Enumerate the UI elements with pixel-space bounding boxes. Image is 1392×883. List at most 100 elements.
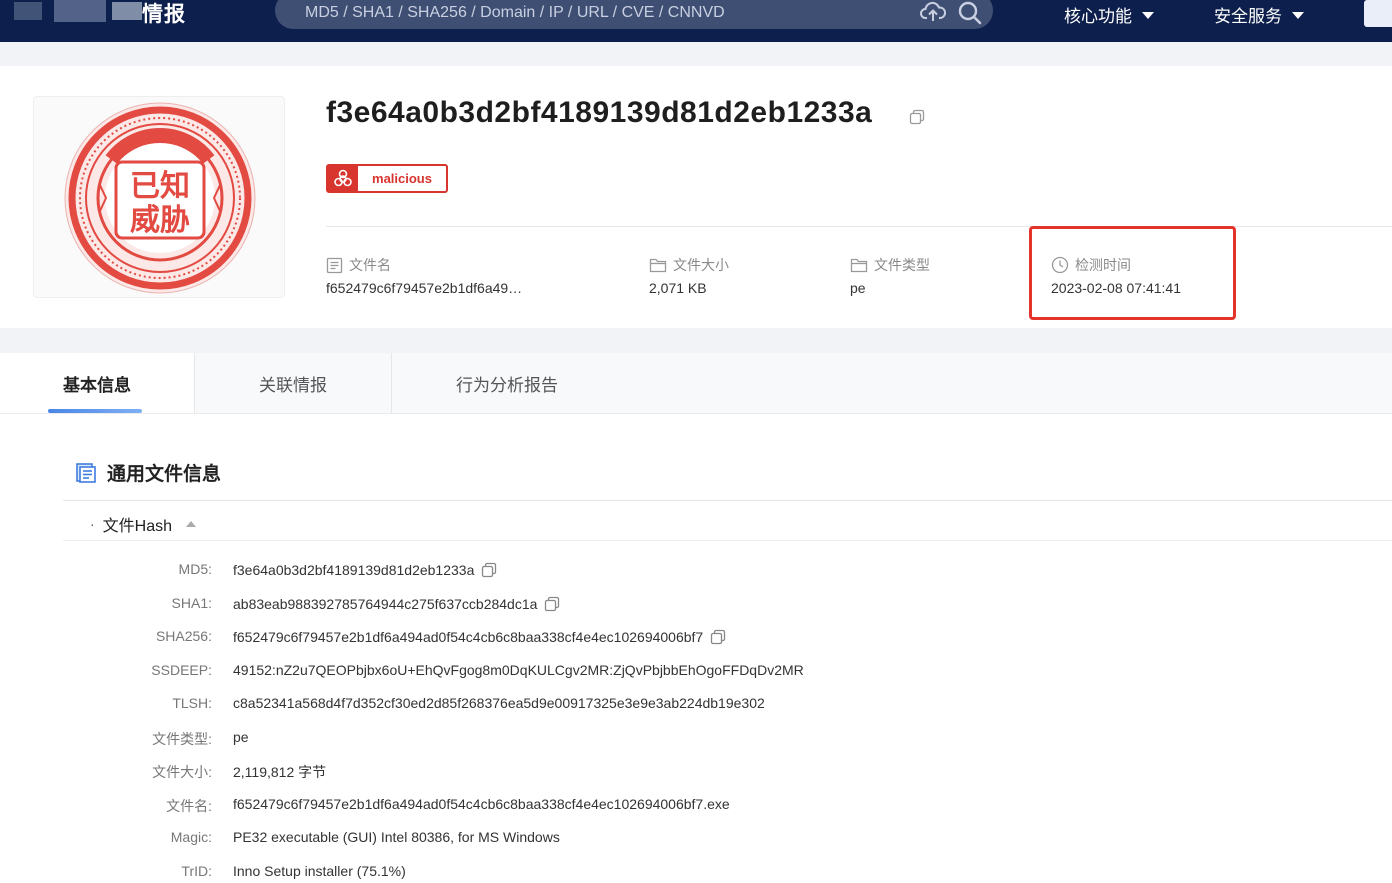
info-row-value-text: c8a52341a568d4f7d352cf30ed2d85f268376ea5… — [233, 695, 765, 711]
search-icon[interactable] — [957, 0, 983, 26]
logo-blurred-part — [112, 2, 142, 20]
info-row-value: 2,119,812 字节 — [233, 762, 326, 782]
info-row: TLSH: c8a52341a568d4f7d352cf30ed2d85f2683… — [0, 693, 1392, 715]
info-row-value-text: f3e64a0b3d2bf4189139d81d2eb1233a — [233, 562, 475, 578]
malicious-verdict-tag: malicious — [326, 164, 448, 193]
tab-basic-info[interactable]: 基本信息 — [0, 353, 194, 413]
info-row-value-text: 2,119,812 字节 — [233, 764, 327, 780]
filetype-value: pe — [850, 280, 866, 296]
info-row-key: SSDEEP: — [151, 662, 212, 678]
header-spacer — [0, 42, 1392, 66]
info-row-value: f3e64a0b3d2bf4189139d81d2eb1233a — [233, 561, 498, 579]
info-row: 文件类型: pe — [0, 727, 1392, 749]
nav-right-button[interactable] — [1364, 0, 1392, 27]
top-navbar: 情报 核心功能 安全服务 — [0, 0, 1392, 42]
subsection-divider — [63, 540, 1392, 541]
info-row-key: TLSH: — [172, 695, 212, 711]
document-icon — [326, 257, 343, 273]
biohazard-icon — [328, 166, 358, 191]
copy-icon[interactable] — [480, 561, 498, 579]
badge-text-bottom: 威胁 — [130, 203, 190, 238]
list-document-icon — [76, 462, 96, 483]
info-row-key: Magic: — [170, 829, 212, 845]
info-row-value: pe — [233, 729, 249, 745]
nav-core-features-label: 核心功能 — [1064, 7, 1132, 26]
info-row-value-text: pe — [233, 729, 249, 745]
caret-up-icon — [186, 521, 197, 527]
info-row: SHA1: ab83eab988392785764944c275f637ccb28… — [0, 593, 1392, 615]
logo-blurred-part — [54, 0, 106, 22]
info-row-value-text: 49152:nZ2u7QEOPbjbx6oU+EhQvFgog8m0DqKULC… — [233, 662, 804, 678]
file-hash-collapse-toggle[interactable]: · 文件Hash — [90, 512, 197, 536]
info-row-key: MD5: — [178, 561, 212, 577]
bullet-dot: · — [90, 516, 95, 532]
filesize-label: 文件大小 — [673, 257, 729, 273]
tab-basic-info-label: 基本信息 — [63, 375, 131, 395]
info-row-value: f652479c6f79457e2b1df6a494ad0f54c4cb6c8b… — [233, 796, 730, 812]
nav-security-services-label: 安全服务 — [1214, 7, 1282, 26]
info-row: Magic: PE32 executable (GUI) Intel 80386,… — [0, 827, 1392, 849]
folder-icon — [649, 258, 667, 273]
badge-text-top: 已知 — [130, 169, 190, 204]
folder-icon — [850, 258, 868, 273]
info-row-value-text: PE32 executable (GUI) Intel 80386, for M… — [233, 829, 560, 845]
info-row-key: 文件名: — [166, 798, 212, 814]
site-logo[interactable]: 情报 — [14, 0, 204, 26]
meta-filesize: 文件大小 2,071 KB — [649, 255, 729, 296]
info-row: TrID: Inno Setup installer (75.1%) — [0, 861, 1392, 883]
info-row-value-text: ab83eab988392785764944c275f637ccb284dc1a — [233, 596, 538, 612]
info-row: SSDEEP: 49152:nZ2u7QEOPbjbx6oU+EhQvFgog8m… — [0, 660, 1392, 682]
tab-behavior-report[interactable]: 行为分析报告 — [392, 353, 622, 413]
info-row: 文件大小: 2,119,812 字节 — [0, 760, 1392, 782]
tab-related-intel[interactable]: 关联情报 — [195, 353, 391, 413]
meta-filename: 文件名 f652479c6f79457e2b1df6a49… — [326, 255, 522, 296]
info-row-key: SHA1: — [171, 595, 212, 611]
caret-down-icon — [1292, 12, 1304, 19]
info-row-key: 文件大小: — [152, 764, 212, 780]
info-row-value: f652479c6f79457e2b1df6a494ad0f54c4cb6c8b… — [233, 628, 727, 646]
copy-icon[interactable] — [709, 628, 727, 646]
filename-value: f652479c6f79457e2b1df6a49… — [326, 280, 523, 296]
tab-behavior-report-label: 行为分析报告 — [456, 375, 558, 395]
known-threat-stamp-icon: 已知 威胁 — [64, 102, 256, 294]
file-hash-title: f3e64a0b3d2bf4189139d81d2eb1233a — [326, 96, 873, 129]
info-row-value: ab83eab988392785764944c275f637ccb284dc1a — [233, 595, 561, 613]
active-tab-indicator — [48, 409, 142, 413]
info-row-value: 49152:nZ2u7QEOPbjbx6oU+EhQvFgog8m0DqKULC… — [233, 662, 804, 678]
meta-filetype: 文件类型 pe — [850, 255, 930, 296]
upload-cloud-icon[interactable] — [920, 0, 946, 24]
search-input[interactable] — [305, 2, 905, 24]
nav-security-services[interactable]: 安全服务 — [1214, 2, 1304, 27]
filename-label: 文件名 — [349, 257, 391, 273]
caret-down-icon — [1142, 12, 1154, 19]
info-row-value-text: Inno Setup installer (75.1%) — [233, 863, 406, 879]
copy-icon[interactable] — [908, 108, 926, 126]
info-row-value: c8a52341a568d4f7d352cf30ed2d85f268376ea5… — [233, 695, 765, 711]
info-row-value: Inno Setup installer (75.1%) — [233, 863, 406, 879]
info-row: 文件名: f652479c6f79457e2b1df6a494ad0f54c4cb… — [0, 794, 1392, 816]
info-row-value-text: f652479c6f79457e2b1df6a494ad0f54c4cb6c8b… — [233, 796, 730, 812]
subsection-title: 文件Hash — [102, 518, 173, 535]
copy-icon[interactable] — [543, 595, 561, 613]
verdict-label: malicious — [372, 171, 432, 186]
info-row-key: SHA256: — [155, 628, 212, 644]
tab-related-intel-label: 关联情报 — [259, 375, 327, 395]
nav-core-features[interactable]: 核心功能 — [1064, 2, 1154, 27]
filetype-label: 文件类型 — [874, 257, 930, 273]
threat-badge-card: 已知 威胁 — [33, 96, 285, 298]
filesize-value: 2,071 KB — [649, 280, 707, 296]
info-row: MD5: f3e64a0b3d2bf4189139d81d2eb1233a — [0, 559, 1392, 581]
info-row-value: PE32 executable (GUI) Intel 80386, for M… — [233, 829, 560, 845]
info-row-value-text: f652479c6f79457e2b1df6a494ad0f54c4cb6c8b… — [233, 629, 704, 645]
search-bar — [275, 0, 993, 29]
section-title-text: 通用文件信息 — [107, 464, 222, 485]
info-row: SHA256: f652479c6f79457e2b1df6a494ad0f54c… — [0, 626, 1392, 648]
detect-time-highlight — [1029, 226, 1236, 320]
section-divider — [63, 500, 1392, 501]
info-row-key: TrID: — [181, 863, 212, 879]
section-spacer — [0, 328, 1392, 353]
tab-bar: 基本信息 关联情报 行为分析报告 — [0, 353, 1392, 414]
section-title: 通用文件信息 — [75, 459, 221, 486]
logo-blurred-part — [14, 2, 42, 20]
logo-text: 情报 — [142, 3, 186, 26]
